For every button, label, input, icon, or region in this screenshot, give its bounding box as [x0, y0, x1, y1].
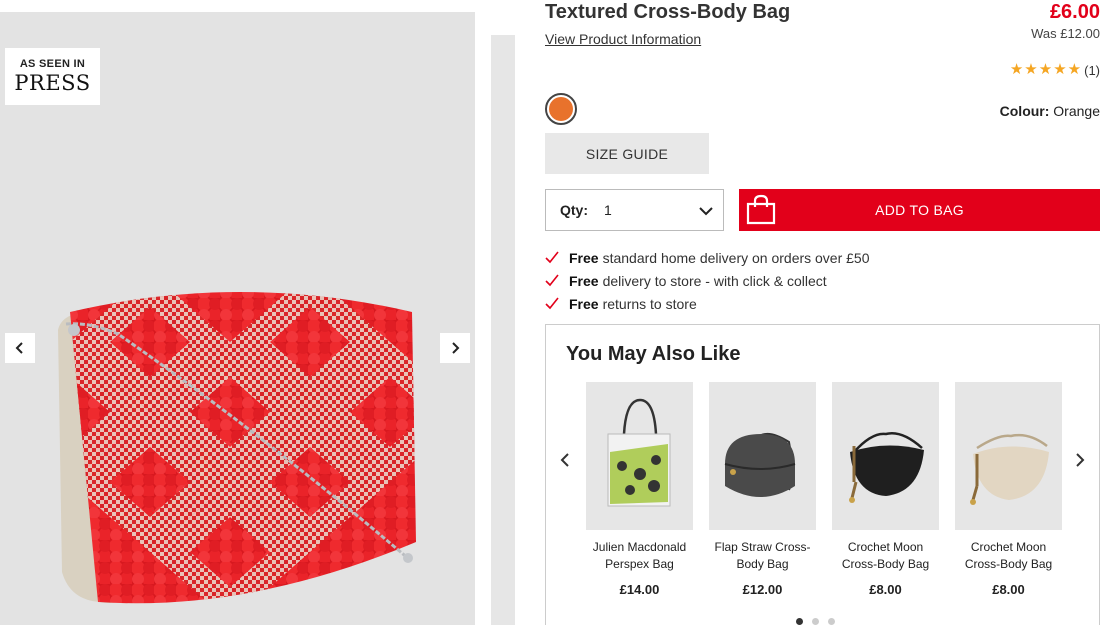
colour-indicator: Colour: Orange — [1000, 103, 1100, 119]
quantity-value: 1 — [604, 202, 612, 218]
recommendation-name: Crochet Moon Cross-Body Bag — [841, 540, 930, 571]
recommendation-image — [832, 382, 939, 530]
main-product-image[interactable]: AS SEEN IN PRESS — [0, 12, 475, 625]
perk-text: returns to store — [602, 295, 697, 312]
current-price: £6.00 — [1049, 1, 1100, 23]
pagination-dot[interactable] — [796, 618, 803, 625]
recommendations-title: You May Also Like — [566, 343, 741, 365]
gallery-next-button[interactable] — [440, 333, 470, 363]
add-to-bag-button[interactable]: ADD TO BAG — [739, 189, 1100, 231]
chevron-right-icon — [1076, 453, 1085, 467]
rating-count: (1) — [1084, 62, 1100, 78]
chevron-left-icon — [15, 342, 23, 354]
recommendation-card[interactable]: Flap Straw Cross-Body Bag £12.00 — [709, 382, 816, 597]
recommendation-image — [955, 382, 1062, 530]
perk-item: Free returns to store — [545, 292, 870, 315]
recommendation-name: Flap Straw Cross-Body Bag — [714, 540, 811, 571]
check-icon — [545, 251, 569, 265]
press-badge: AS SEEN IN PRESS — [5, 48, 100, 105]
perk-bold: Free — [569, 272, 599, 289]
you-may-also-like-carousel: You May Also Like Julien Macdonald Persp… — [545, 324, 1100, 625]
star-icon: ★ — [1009, 61, 1024, 78]
recommendation-price: £8.00 — [869, 582, 902, 597]
perk-item: Free standard home delivery on orders ov… — [545, 246, 870, 269]
product-rating[interactable]: ★ ★ ★ ★ ★ (1) — [1010, 62, 1100, 78]
star-icon: ★ — [1038, 61, 1053, 78]
product-title: Textured Cross-Body Bag — [545, 1, 791, 23]
product-details: Textured Cross-Body Bag View Product Inf… — [545, 0, 1101, 625]
chevron-left-icon — [560, 453, 569, 467]
check-icon — [545, 297, 569, 311]
recommendation-card[interactable]: Crochet Moon Cross-Body Bag £8.00 — [832, 382, 939, 597]
recommendation-image — [586, 382, 693, 530]
chevron-down-icon — [699, 207, 713, 216]
carousel-prev-button[interactable] — [555, 450, 575, 470]
product-gallery: AS SEEN IN PRESS — [0, 0, 515, 625]
recommendation-card[interactable]: Crochet Moon Cross-Body Bag £8.00 — [955, 382, 1062, 597]
perk-text: standard home delivery on orders over £5… — [602, 249, 870, 266]
size-guide-button[interactable]: SIZE GUIDE — [545, 133, 709, 174]
colour-value: Orange — [1053, 103, 1100, 119]
next-product-image-peek[interactable] — [491, 35, 515, 625]
carousel-next-button[interactable] — [1070, 450, 1090, 470]
delivery-perks-list: Free standard home delivery on orders ov… — [545, 246, 870, 315]
chevron-right-icon — [452, 342, 460, 354]
recommendation-name: Julien Macdonald Perspex Bag — [592, 540, 687, 571]
pagination-dot[interactable] — [828, 618, 835, 625]
colour-label: Colour: — [999, 103, 1050, 119]
recommendation-card[interactable]: Julien Macdonald Perspex Bag £14.00 — [586, 382, 693, 597]
recommendation-name: Crochet Moon Cross-Body Bag — [964, 540, 1053, 571]
press-badge-small-text: AS SEEN IN — [19, 58, 86, 70]
pagination-dot[interactable] — [812, 618, 819, 625]
gallery-prev-button[interactable] — [5, 333, 35, 363]
star-icon: ★ — [1067, 61, 1082, 78]
view-product-information-link[interactable]: View Product Information — [545, 31, 701, 47]
perk-text: delivery to store - with click & collect — [602, 272, 827, 289]
add-to-bag-label: ADD TO BAG — [875, 202, 964, 218]
star-icon: ★ — [1024, 61, 1038, 78]
perk-item: Free delivery to store - with click & co… — [545, 269, 870, 292]
carousel-pagination — [796, 618, 835, 625]
recommendation-price: £14.00 — [619, 582, 660, 597]
perk-bold: Free — [569, 295, 599, 312]
check-icon — [545, 274, 569, 288]
recommendation-price: £8.00 — [992, 582, 1025, 597]
colour-swatch-fill — [549, 97, 573, 121]
recommendation-price: £12.00 — [742, 582, 783, 597]
colour-swatch-orange[interactable] — [545, 93, 577, 125]
recommendation-image — [709, 382, 816, 530]
quantity-select[interactable]: Qty: 1 — [545, 189, 724, 231]
star-icon: ★ — [1053, 61, 1067, 78]
perk-bold: Free — [569, 249, 599, 266]
press-badge-title: PRESS — [14, 71, 91, 95]
quantity-label: Qty: — [560, 202, 588, 218]
was-price: Was £12.00 — [1031, 26, 1100, 41]
